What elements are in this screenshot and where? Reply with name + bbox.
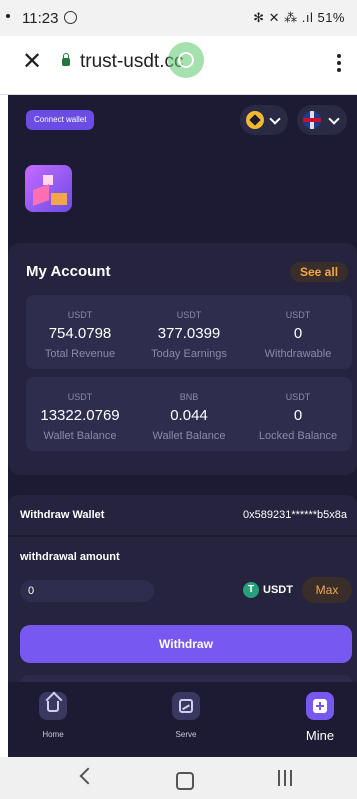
uk-flag-icon [303, 111, 321, 129]
lock-icon [62, 53, 70, 66]
top-header: Connect wallet [8, 95, 357, 243]
status-bar: 11:23 ✻ ✕ ⁂ .ıl 51% [0, 0, 357, 36]
chart-icon [172, 692, 200, 720]
withdraw-button[interactable]: Withdraw [20, 625, 352, 663]
more-menu-icon[interactable] [337, 54, 341, 75]
stat-unit: USDT [67, 392, 93, 402]
amount-input[interactable]: 0 [20, 580, 154, 602]
app-container: Connect wallet My Account See all USDT 7… [8, 95, 357, 757]
nav-mine-label: Mine [305, 728, 335, 743]
home-icon [39, 692, 67, 720]
my-account-card: My Account See all USDT 754.0798 Total R… [8, 243, 357, 475]
stat-locked-balance: USDT 0 Locked Balance [244, 377, 352, 442]
stat-label: Locked Balance [258, 430, 338, 442]
stat-label: Total Revenue [44, 348, 116, 360]
nav-serve-label: Serve [175, 730, 197, 739]
stat-label: Wallet Balance [152, 430, 226, 442]
nav-home[interactable]: Home [8, 692, 98, 739]
browser-url-bar: ✕ trust-usdt.cc [0, 36, 357, 95]
stat-unit: BNB [179, 392, 199, 402]
wallet-address: 0x589231******b5x8a [243, 509, 347, 521]
withdrawal-amount-label: withdrawal amount [20, 551, 120, 563]
stat-label: Withdrawable [264, 348, 332, 360]
chevron-down-icon [269, 113, 281, 125]
nav-serve[interactable]: Serve [141, 692, 231, 739]
stat-wallet-balance-usdt: USDT 13322.0769 Wallet Balance [26, 377, 134, 442]
stat-value: 0 [293, 325, 303, 342]
recents-icon[interactable] [278, 770, 292, 786]
bottom-nav: Home Serve Mine [8, 682, 357, 757]
chevron-down-icon [328, 113, 340, 125]
stat-value: 0.044 [170, 407, 208, 424]
stats-row-2: USDT 13322.0769 Wallet Balance BNB 0.044… [26, 377, 352, 451]
nav-home-label: Home [42, 730, 64, 739]
app-logo [25, 165, 72, 212]
tether-icon: T [243, 582, 259, 598]
status-icons: ✻ ✕ ⁂ .ıl 51% [253, 10, 345, 25]
stat-value: 754.0798 [48, 325, 112, 342]
stat-wallet-balance-bnb: BNB 0.044 Wallet Balance [135, 377, 243, 442]
account-title: My Account [26, 263, 111, 280]
stat-withdrawable: USDT 0 Withdrawable [244, 295, 352, 360]
stat-label: Today Earnings [151, 348, 227, 360]
whatsapp-bubble-icon[interactable] [168, 42, 204, 78]
stat-total-revenue: USDT 754.0798 Total Revenue [26, 295, 134, 360]
bnb-coin-icon [246, 111, 264, 129]
plus-icon [306, 692, 334, 720]
stat-unit: USDT [285, 392, 311, 402]
stat-value: 377.0399 [157, 325, 221, 342]
connect-wallet-button[interactable]: Connect wallet [26, 110, 95, 130]
close-icon[interactable]: ✕ [22, 50, 42, 74]
stat-unit: USDT [176, 310, 202, 320]
withdraw-wallet-label: Withdraw Wallet [20, 509, 105, 521]
nav-mine[interactable]: Mine [275, 692, 357, 743]
withdraw-wallet-row: Withdraw Wallet 0x589231******b5x8a [8, 495, 357, 535]
stat-unit: USDT [285, 310, 311, 320]
stat-today-earnings: USDT 377.0399 Today Earnings [135, 295, 243, 360]
stat-value: 13322.0769 [40, 407, 120, 424]
currency-label: USDT [263, 584, 293, 596]
language-selector[interactable] [297, 105, 347, 135]
stat-unit: USDT [67, 310, 93, 320]
see-all-button[interactable]: See all [290, 262, 349, 282]
max-button[interactable]: Max [302, 577, 352, 603]
system-nav-bar [0, 757, 357, 799]
back-icon[interactable] [79, 767, 97, 785]
stat-label: Wallet Balance [43, 430, 117, 442]
network-selector[interactable] [240, 105, 288, 135]
status-time: 11:23 [22, 10, 59, 27]
home-circle-icon[interactable] [176, 772, 194, 790]
stats-row-1: USDT 754.0798 Total Revenue USDT 377.039… [26, 295, 352, 369]
whatsapp-notification-icon [64, 11, 77, 24]
screen-dot [6, 14, 10, 18]
stat-value: 0 [293, 407, 303, 424]
